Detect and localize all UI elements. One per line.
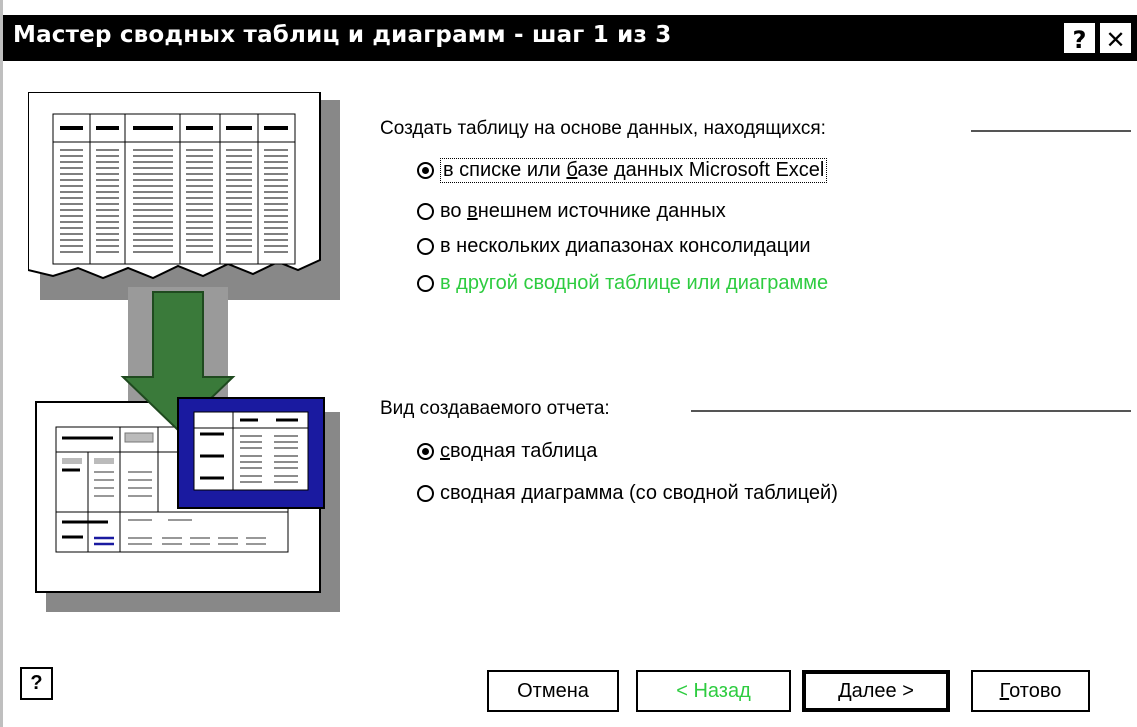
radio-label: во внешнем источнике данных bbox=[440, 200, 726, 222]
radio-label: сводная таблица bbox=[440, 440, 598, 462]
next-button[interactable]: Далее > bbox=[802, 670, 950, 712]
cancel-button[interactable]: Отмена bbox=[487, 670, 619, 712]
radio-dot bbox=[417, 275, 434, 292]
help-title-button[interactable]: ? bbox=[1064, 23, 1095, 54]
radio-dot bbox=[417, 485, 434, 502]
radio-source-excel-list[interactable]: в списке или базе данных Microsoft Excel bbox=[417, 158, 828, 183]
wizard-illustration bbox=[28, 92, 340, 612]
pivot-wizard-dialog: Мастер сводных таблиц и диаграмм - шаг 1… bbox=[0, 0, 1137, 727]
source-group-label: Создать таблицу на основе данных, находя… bbox=[380, 118, 826, 139]
radio-label: в нескольких диапазонах консолидации bbox=[440, 235, 811, 257]
office-assistant-help-button[interactable]: ? bbox=[20, 667, 53, 700]
title-bar: Мастер сводных таблиц и диаграмм - шаг 1… bbox=[3, 15, 1137, 61]
radio-report-pivot-table[interactable]: сводная таблица bbox=[417, 440, 597, 463]
radio-source-other-pivot: в другой сводной таблице или диаграмме bbox=[417, 272, 828, 295]
source-group-divider bbox=[971, 130, 1131, 132]
radio-source-external[interactable]: во внешнем источнике данных bbox=[417, 200, 726, 223]
radio-label: сводная диаграмма (со сводной таблицей) bbox=[440, 482, 838, 504]
radio-dot bbox=[417, 238, 434, 255]
window-title: Мастер сводных таблиц и диаграмм - шаг 1… bbox=[13, 22, 672, 48]
report-group-label: Вид создаваемого отчета: bbox=[380, 398, 610, 419]
radio-report-pivot-chart[interactable]: сводная диаграмма (со сводной таблицей) bbox=[417, 482, 838, 505]
radio-label: в списке или базе данных Microsoft Excel bbox=[440, 158, 828, 183]
radio-dot bbox=[417, 203, 434, 220]
radio-label: в другой сводной таблице или диаграмме bbox=[440, 272, 829, 294]
report-group-divider bbox=[691, 410, 1131, 412]
question-icon: ? bbox=[30, 672, 43, 694]
close-button[interactable]: ✕ bbox=[1100, 23, 1131, 54]
radio-dot bbox=[417, 443, 434, 460]
finish-button[interactable]: Готово bbox=[971, 670, 1090, 712]
back-button: < Назад bbox=[636, 670, 791, 712]
radio-dot bbox=[417, 162, 434, 179]
radio-source-consolidation[interactable]: в нескольких диапазонах консолидации bbox=[417, 235, 811, 258]
